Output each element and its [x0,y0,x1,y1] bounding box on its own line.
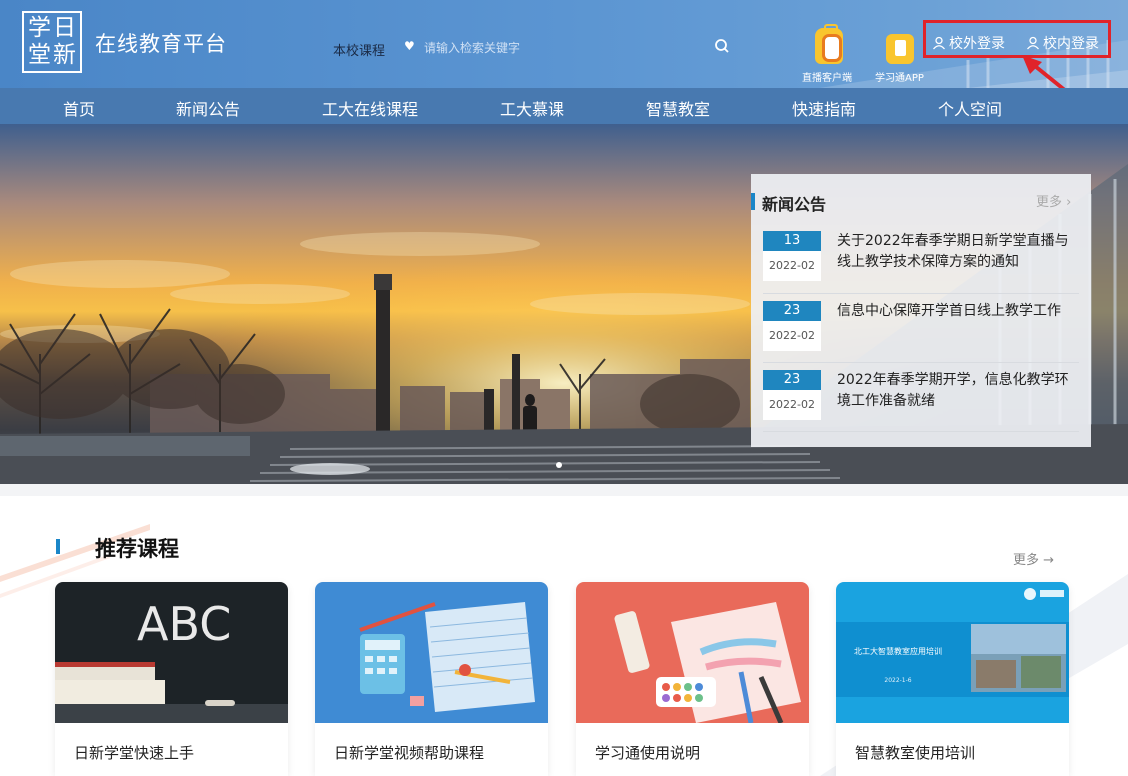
news-day: 13 [763,231,821,251]
course-card[interactable]: 日新学堂视频帮助课程 [315,582,548,776]
news-year-month: 2022-02 [769,259,815,272]
course-thumbnail: 北工大智慧教室应用培训 2022-1-6 [836,582,1069,723]
news-item[interactable]: 13 2022-02 关于2022年春季学期日新学堂直播与线上教学技术保障方案的… [751,231,1091,301]
nav-home[interactable]: 首页 [63,96,95,120]
nav-quick-guide[interactable]: 快速指南 [792,96,856,120]
logo-char: 新 [53,42,76,68]
carousel-dot[interactable] [556,462,562,468]
logo-char: 堂 [28,42,51,68]
search-input[interactable] [424,37,704,59]
course-title[interactable]: 日新学堂快速上手 [74,742,194,763]
arrow-right-icon: → [1043,553,1055,568]
recommended-more-label: 更多 [1013,553,1040,568]
user-icon [933,36,945,50]
xuexitong-app-label[interactable]: 学习通APP [875,69,924,84]
nav-news[interactable]: 新闻公告 [176,96,240,120]
news-headline[interactable]: 关于2022年春季学期日新学堂直播与线上教学技术保障方案的通知 [837,231,1073,273]
course-thumbnail: ABC [55,582,288,723]
thumb-title: 北工大智慧教室应用培训 [854,646,942,656]
external-login-label: 校外登录 [949,36,1005,52]
logo-char: 学 [28,15,51,41]
thumb-date: 2022-1-6 [884,677,911,684]
news-divider [763,362,1079,363]
nav-online-courses[interactable]: 工大在线课程 [322,96,418,120]
heart-icon: ♥ [404,39,415,53]
news-more-label: 更多 [1036,195,1063,210]
internal-login-label: 校内登录 [1043,36,1099,52]
course-thumbnail [315,582,548,723]
search-icon[interactable] [714,38,730,54]
nav-smart-classroom[interactable]: 智慧教室 [646,96,710,120]
recommended-more-link[interactable]: 更多 → [1013,549,1054,568]
course-title[interactable]: 智慧教室使用培训 [855,742,975,763]
site-header: 学 日 堂 新 在线教育平台 本校课程 ♥ 直播客户端 学习通APP 校外登录 … [0,0,1128,88]
news-headline[interactable]: 2022年春季学期开学，信息化教学环境工作准备就绪 [837,370,1073,412]
news-divider [763,293,1079,294]
logo-char: 日 [53,15,76,41]
thumb-chalk-text: ABC [137,597,231,651]
news-day: 23 [763,370,821,390]
news-more-link[interactable]: 更多 › [1036,191,1071,210]
course-card[interactable]: ABC 日新学堂快速上手 [55,582,288,776]
news-item[interactable]: 23 2022-02 信息中心保障开学首日线上教学工作 [751,301,1091,371]
news-date: 23 2022-02 [763,370,821,420]
chevron-right-icon: › [1066,195,1072,210]
hero-banner[interactable]: 新闻公告 更多 › 13 2022-02 关于2022年春季学期日新学堂直播与线… [0,124,1128,484]
live-client-label[interactable]: 直播客户端 [802,69,852,84]
live-client-icon[interactable] [815,24,843,64]
site-logo[interactable]: 学 日 堂 新 [22,11,82,73]
user-icon [1027,36,1039,50]
course-card[interactable]: 北工大智慧教室应用培训 2022-1-6 智慧教室使用培训 [836,582,1069,776]
external-login-link[interactable]: 校外登录 [932,33,1005,53]
news-panel: 新闻公告 更多 › 13 2022-02 关于2022年春季学期日新学堂直播与线… [751,174,1091,447]
main-nav: 首页 新闻公告 工大在线课程 工大慕课 智慧教室 快速指南 个人空间 [0,88,1128,124]
course-title[interactable]: 学习通使用说明 [595,742,700,763]
course-title[interactable]: 日新学堂视频帮助课程 [334,742,484,763]
search-scope-select[interactable]: 本校课程 [333,40,385,59]
news-divider [763,431,1079,432]
recommended-title-bar [56,539,60,554]
course-card[interactable]: 学习通使用说明 [576,582,809,776]
news-headline[interactable]: 信息中心保障开学首日线上教学工作 [837,301,1073,322]
course-thumbnail [576,582,809,723]
news-day: 23 [763,301,821,321]
internal-login-link[interactable]: 校内登录 [1026,33,1099,53]
news-item[interactable]: 23 2022-02 2022年春季学期开学，信息化教学环境工作准备就绪 [751,370,1091,440]
xuexitong-app-icon[interactable] [886,34,914,64]
recommended-title: 推荐课程 [95,537,179,561]
news-title: 新闻公告 [762,195,827,214]
nav-personal-space[interactable]: 个人空间 [938,96,1002,120]
news-date: 13 2022-02 [763,231,821,281]
news-title-bar [751,193,755,210]
site-title: 在线教育平台 [95,32,227,56]
news-date: 23 2022-02 [763,301,821,351]
news-year-month: 2022-02 [769,329,815,342]
news-year-month: 2022-02 [769,398,815,411]
nav-mooc[interactable]: 工大慕课 [500,96,564,120]
